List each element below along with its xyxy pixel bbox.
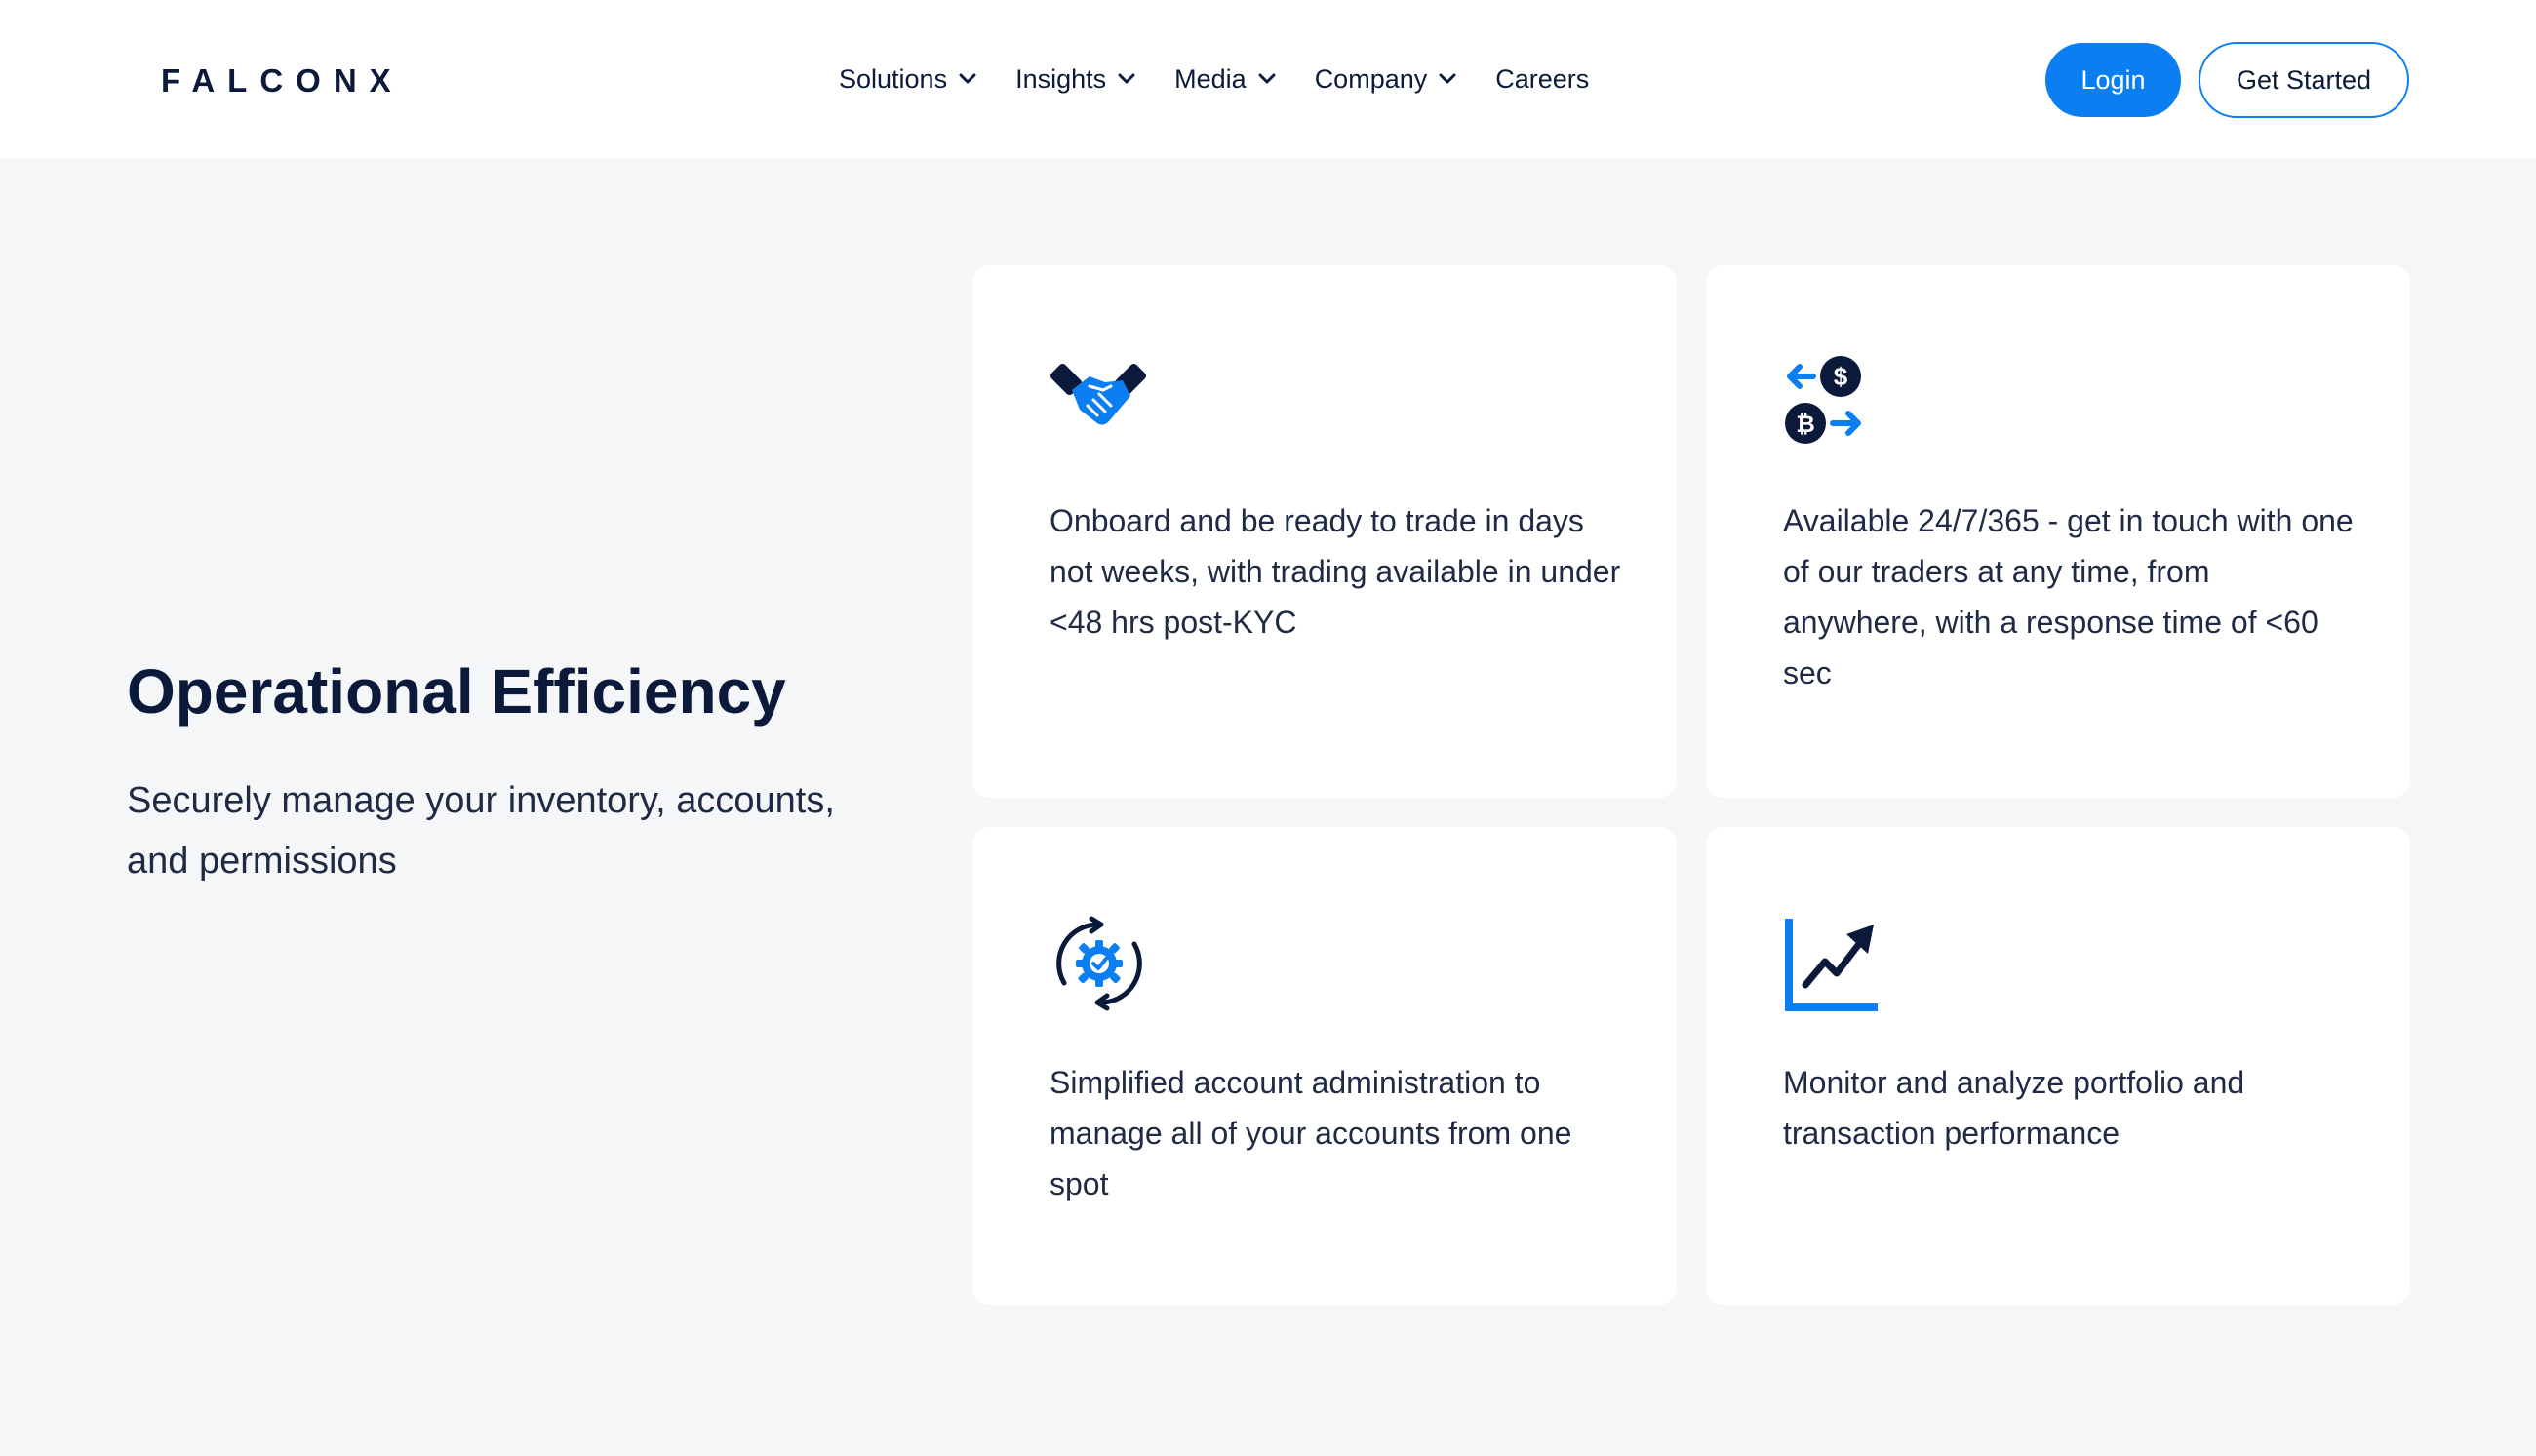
feature-card-availability: $ ₿ Available 24/7/365 - get in touch wi… xyxy=(1706,265,2410,798)
svg-text:$: $ xyxy=(1834,362,1848,391)
section-subtitle: Securely manage your inventory, accounts… xyxy=(127,780,835,882)
nav-item-careers[interactable]: Careers xyxy=(1495,64,1589,95)
main-nav: Solutions Insights Media Company Careers xyxy=(839,55,1628,103)
feature-card-onboarding: Onboard and be ready to trade in days no… xyxy=(972,265,1677,798)
login-button[interactable]: Login xyxy=(2045,43,2181,117)
growth-chart-icon xyxy=(1784,915,1882,1012)
chevron-down-icon xyxy=(1118,73,1135,85)
nav-item-solutions[interactable]: Solutions xyxy=(839,64,976,95)
feature-card-analytics: Monitor and analyze portfolio and transa… xyxy=(1706,827,2410,1305)
nav-item-label: Solutions xyxy=(839,63,948,94)
svg-text:₿: ₿ xyxy=(1796,412,1815,438)
feature-card-text: Onboard and be ready to trade in days no… xyxy=(1050,503,1621,640)
falconx-logo[interactable]: FALCONX xyxy=(161,57,404,105)
site-header: FALCONX Solutions Insights Media Company xyxy=(0,0,2536,159)
nav-item-label: Media xyxy=(1174,63,1247,94)
nav-item-company[interactable]: Company xyxy=(1315,64,1457,95)
nav-item-label: Company xyxy=(1314,63,1428,94)
nav-item-label: Insights xyxy=(1015,63,1107,94)
chevron-down-icon xyxy=(1258,73,1276,85)
currency-exchange-icon: $ ₿ xyxy=(1784,353,1882,451)
feature-card-text: Monitor and analyze portfolio and transa… xyxy=(1783,1065,2245,1151)
chevron-down-icon xyxy=(959,73,976,85)
nav-item-insights[interactable]: Insights xyxy=(1015,64,1135,95)
feature-card-text: Simplified account administration to man… xyxy=(1050,1065,1572,1201)
section-title: Operational Efficiency xyxy=(127,656,786,727)
handshake-icon xyxy=(1050,353,1148,451)
get-started-button[interactable]: Get Started xyxy=(2199,42,2409,118)
nav-item-media[interactable]: Media xyxy=(1174,64,1276,95)
feature-card-administration: Simplified account administration to man… xyxy=(972,827,1677,1305)
nav-item-label: Careers xyxy=(1495,63,1590,94)
feature-card-text: Available 24/7/365 - get in touch with o… xyxy=(1783,503,2354,690)
chevron-down-icon xyxy=(1439,73,1456,85)
gear-sync-icon xyxy=(1050,915,1148,1012)
